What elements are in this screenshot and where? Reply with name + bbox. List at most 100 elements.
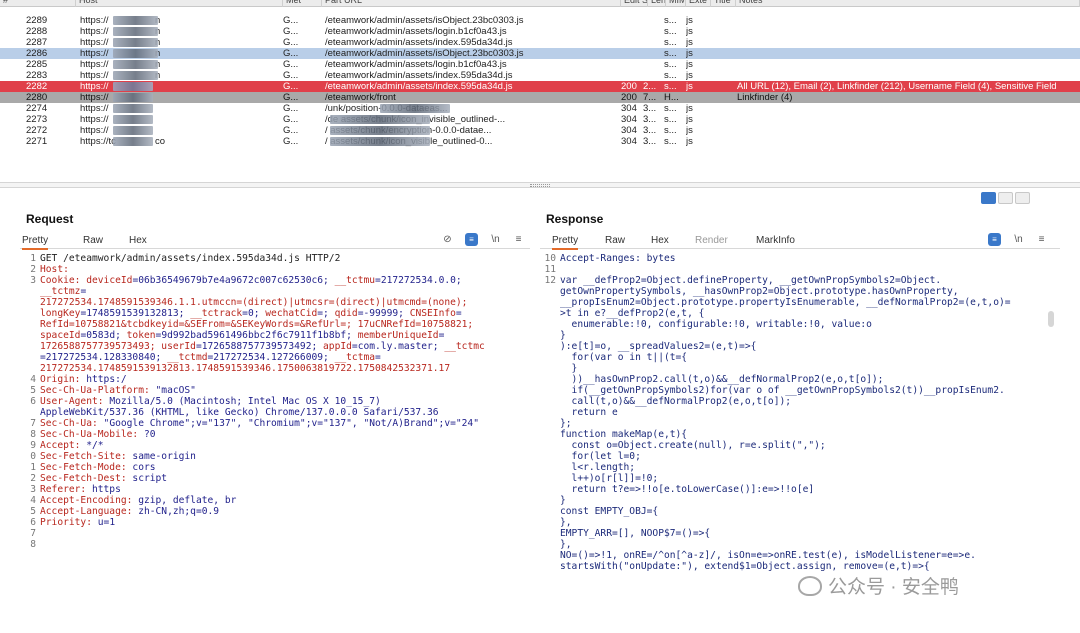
splitter-grip[interactable] [530,184,550,187]
code-token: =217272534.128330840; [40,352,168,363]
redacted-host [113,126,153,135]
code-line: l<r.length; [560,462,636,473]
table-row[interactable]: 2271https://tccoG.../ assets/chunk/icon_… [0,136,1080,147]
cell-mime: s... [664,81,677,92]
response-tab-markinfo[interactable]: MarkInfo [756,235,795,246]
table-row[interactable]: 2280 https://G.../eteamwork/front 200 7... H… [0,92,1080,103]
code-line: getOwnPropertySymbols, __hasOwnProp2=Obj… [560,286,959,297]
response-tab-pretty[interactable]: Pretty [552,235,579,250]
column-header[interactable]: Title [711,0,736,7]
cell-url: /eteamwork/admin/assets/isObject.23bc030… [325,15,524,26]
cell-mime: H... [664,92,679,103]
column-header[interactable]: Met [283,0,322,7]
single-view-icon[interactable] [1015,192,1030,204]
line-number: 8 [30,539,36,550]
table-row[interactable]: 2282 https://G.../eteamwork/admin/assets/… [0,81,1080,92]
code-line: if(__getOwnPropSymbols2)for(var o of __g… [560,385,1005,396]
cell-mime: s... [664,59,677,70]
menu-icon[interactable]: ≡ [512,233,525,246]
cell-ext: js [686,125,693,136]
table-row[interactable]: 2285https://nG.../eteamwork/admin/assets… [0,59,1080,70]
response-scrollbar[interactable] [1048,311,1054,327]
cell-mime: s... [664,70,677,81]
code-line: __tctmz= [40,286,522,297]
request-tab-pretty[interactable]: Pretty [22,235,49,250]
cell-hostend: n [155,26,175,37]
line-number: 2 [30,264,36,275]
format-icon[interactable]: ≡ [465,233,478,246]
table-row[interactable]: 2286https://nG.../eteamwork/admin/assets… [0,48,1080,59]
table-row[interactable]: 2289https://nG.../eteamwork/admin/assets… [0,15,1080,26]
table-row[interactable]: 2287https://nG.../eteamwork/admin/assets… [0,37,1080,48]
eye-off-icon[interactable]: ⊘ [441,233,454,246]
code-token: AppleWebKit/537.36 (KHTML, like Gecko) C… [40,407,439,418]
request-body[interactable]: GET /eteamwork/admin/assets/index.595da3… [40,253,522,550]
code-token: =1748591539132813; [80,308,191,319]
line-number: 5 [30,385,36,396]
cell-method: G... [283,37,299,48]
horizontal-view-icon[interactable] [998,192,1013,204]
code-line: >t in e?__defProp2(e,t, { [560,308,705,319]
history-table-header: #HostMetPart URLEdit StatLenMIMExteTitle… [0,0,1080,7]
column-header[interactable]: Part URL [322,0,621,7]
pane-splitter[interactable] [0,182,1080,188]
cell-ext: js [686,136,693,147]
response-tab-hex[interactable]: Hex [651,235,669,246]
redacted-path [330,115,430,124]
code-line: return e [560,407,618,418]
redacted-path [380,104,450,113]
cell-hostend: n [155,59,175,70]
code-line: User-Agent: Mozilla/5.0 (Macintosh; Inte… [40,396,522,407]
code-line: var __defProp2=Object.defineProperty, __… [560,275,942,286]
cell-num: 2286 [26,48,48,59]
request-tab-hex[interactable]: Hex [129,235,147,246]
line-number: 10 [544,253,556,264]
split-view-icon[interactable] [981,192,996,204]
newline-icon[interactable]: \n [1012,233,1025,246]
cell-method: G... [283,26,299,37]
column-header[interactable]: # [0,0,76,7]
newline-icon[interactable]: \n [489,233,502,246]
code-token: 1726588757739573493; [40,341,162,352]
cell-url: /unk/position-0.0.0-dataeas... [325,103,615,114]
request-editor[interactable]: 123456789012345678 GET /eteamwork/admin/… [20,253,530,633]
menu-icon[interactable]: ≡ [1035,233,1048,246]
column-header[interactable]: Len [648,0,666,7]
table-row[interactable]: 2288https://nG.../eteamwork/admin/assets… [0,26,1080,37]
table-row[interactable]: 2274https://G.../unk/position-0.0.0-data… [0,103,1080,114]
code-token: Sec-Fetch-Site: [40,451,133,462]
layout-toggle[interactable] [981,192,1030,206]
table-row[interactable]: 2272https://G.../ assets/chunk/encryptio… [0,125,1080,136]
column-header[interactable]: Edit Stat [621,0,648,7]
code-token: =06b36549679b7e4a9672c007c62530c6; [132,275,335,286]
response-tab-raw[interactable]: Raw [605,235,625,246]
cell-url: /eteamwork/admin/assets/index.595da34d.j… [325,37,513,48]
code-token: = [80,286,87,297]
request-tab-raw[interactable]: Raw [83,235,103,246]
response-pane: Response Pretty Raw Hex Render MarkInfo … [540,192,1060,633]
code-line: NO=()=>!1, onRE=/^on[^a-z]/, isOn=e=>onR… [560,550,976,561]
response-body[interactable]: Accept-Ranges: bytes var __defProp2=Objec… [560,253,1052,572]
table-row[interactable]: 2273https://G.../de assets/chunk/icon_in… [0,114,1080,125]
cell-url: /eteamwork/admin/assets/login.b1cf0a43.j… [325,59,507,70]
cell-ext: js [686,26,693,37]
column-header[interactable]: Notes [736,0,1080,7]
cell-method: G... [283,125,299,136]
cell-ext: js [686,59,693,70]
code-token: Priority: [40,517,98,528]
code-token: Sec-Ch-Ua-Mobile: [40,429,144,440]
column-header[interactable]: Exte [686,0,711,7]
cell-num: 2282 [26,81,48,92]
column-header[interactable]: MIM [666,0,686,7]
code-line: }; [560,418,572,429]
cell-num: 2288 [26,26,48,37]
line-number: 5 [30,506,36,517]
redacted-host [113,49,158,58]
code-token: Accept-Language: [40,506,139,517]
column-header[interactable]: Host [76,0,283,7]
table-row[interactable]: 2283https://nG.../eteamwork/admin/assets… [0,70,1080,81]
format-icon[interactable]: ≡ [988,233,1001,246]
response-line-numbers: 10 11 12 [540,253,556,286]
response-tab-render[interactable]: Render [695,235,728,246]
code-token: Accept: [40,440,87,451]
